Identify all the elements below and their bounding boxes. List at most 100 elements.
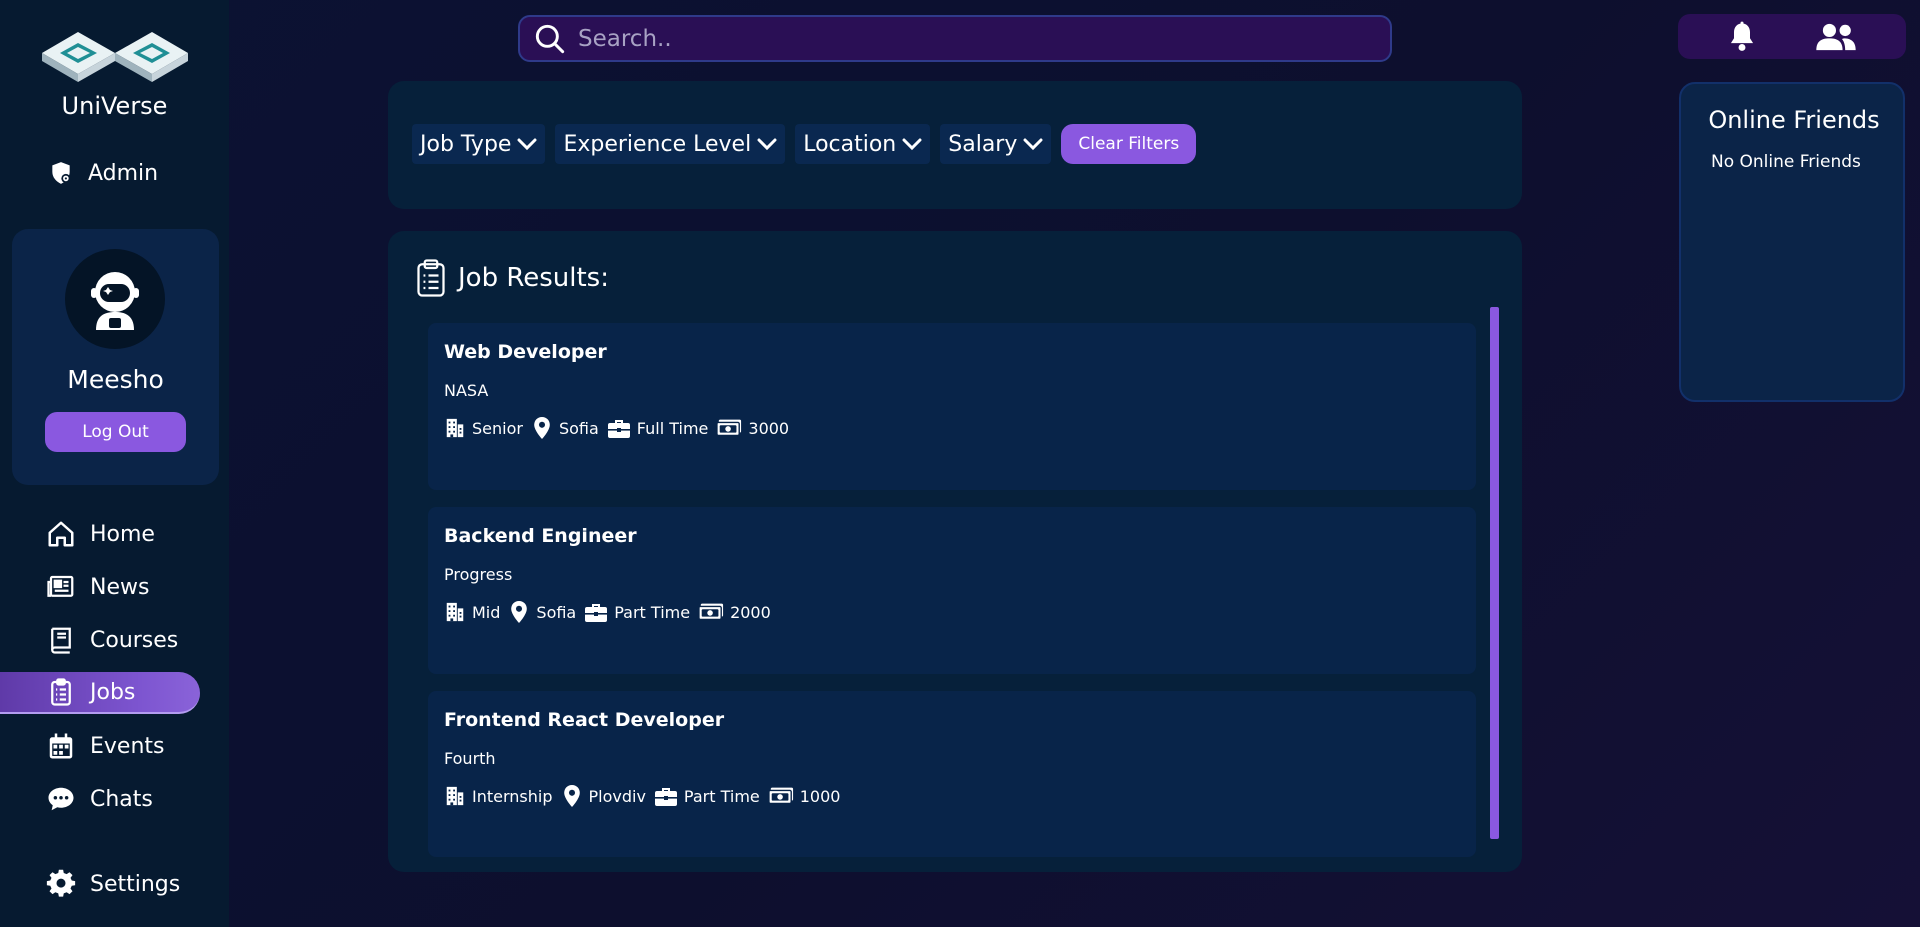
results-header: Job Results:	[416, 259, 609, 297]
gear-icon	[46, 869, 76, 899]
job-meta: Internship Plovdiv Part Time 1000	[444, 784, 1460, 808]
chevron-down-icon	[1023, 138, 1043, 151]
job-card[interactable]: Web Developer NASA Senior Sofia Full Tim…	[428, 323, 1476, 490]
job-title: Backend Engineer	[444, 525, 637, 547]
bell-icon[interactable]	[1727, 21, 1757, 53]
briefcase-icon	[607, 420, 630, 438]
search-input[interactable]	[578, 25, 1358, 52]
filter-label: Experience Level	[563, 131, 752, 157]
sidebar-item-events[interactable]: Events	[0, 725, 200, 767]
sidebar-item-settings[interactable]: Settings	[0, 863, 200, 905]
logout-button[interactable]: Log Out	[45, 412, 186, 452]
sidebar-item-home[interactable]: Home	[0, 513, 200, 555]
admin-label: Admin	[88, 160, 159, 186]
building-icon	[446, 418, 464, 438]
clipboard-icon	[46, 677, 76, 707]
job-location-text: Sofia	[558, 418, 599, 438]
clear-filters-button[interactable]: Clear Filters	[1061, 124, 1197, 164]
filter-panel: Job Type Experience Level Location Salar…	[388, 81, 1522, 209]
job-salary: 2000	[698, 602, 771, 622]
job-card[interactable]: Frontend React Developer Fourth Internsh…	[428, 691, 1476, 857]
money-icon	[716, 419, 742, 437]
chat-bubble-icon	[46, 784, 76, 814]
no-friends-text: No Online Friends	[1711, 152, 1861, 172]
search-icon	[535, 24, 565, 53]
sidebar: UniVerse Admin Meesho Log Out Home News …	[0, 0, 229, 927]
chevron-down-icon	[757, 138, 777, 151]
brand-name: UniVerse	[61, 92, 168, 120]
job-level: Senior	[444, 417, 523, 439]
username: Meesho	[67, 365, 164, 394]
job-company: Fourth	[444, 749, 496, 768]
job-location: Sofia	[531, 416, 599, 440]
job-salary-text: 1000	[799, 786, 841, 806]
job-level-text: Mid	[472, 602, 501, 622]
search-bar	[518, 15, 1392, 62]
map-pin-icon	[534, 417, 550, 439]
job-salary-text: 2000	[730, 602, 771, 622]
job-type-text: Part Time	[683, 786, 760, 806]
astronaut-icon	[91, 272, 139, 330]
filter-label: Job Type	[420, 131, 512, 157]
results-scrollbar[interactable]	[1490, 307, 1499, 839]
admin-link[interactable]: Admin	[48, 160, 158, 186]
home-icon	[46, 519, 76, 549]
experience-level-filter[interactable]: Experience Level	[555, 124, 786, 164]
job-meta: Mid Sofia Part Time 2000	[444, 600, 1460, 624]
job-salary-text: 3000	[748, 418, 790, 438]
calendar-icon	[46, 731, 76, 761]
job-level: Mid	[444, 601, 500, 623]
sidebar-item-label: News	[90, 574, 150, 600]
sidebar-item-label: Home	[90, 521, 155, 547]
shield-gear-icon	[52, 162, 71, 184]
results-heading: Job Results:	[458, 263, 609, 293]
salary-filter[interactable]: Salary	[940, 124, 1052, 164]
chevron-down-icon	[517, 138, 537, 151]
map-pin-icon	[511, 601, 528, 623]
clipboard-list-icon	[417, 259, 445, 297]
job-salary: 3000	[716, 418, 789, 438]
job-level-text: Internship	[472, 786, 553, 806]
filter-row: Job Type Experience Level Location Salar…	[412, 124, 1197, 164]
online-friends-title: Online Friends	[1708, 106, 1880, 134]
sidebar-item-label: Jobs	[90, 679, 136, 705]
avatar[interactable]	[65, 249, 165, 349]
friends-icon[interactable]	[1815, 22, 1857, 52]
job-type: Full Time	[607, 417, 709, 439]
job-location-text: Sofia	[536, 602, 577, 622]
job-type-filter[interactable]: Job Type	[412, 124, 546, 164]
map-pin-icon	[563, 785, 580, 807]
online-friends-panel: Online Friends No Online Friends	[1679, 82, 1905, 402]
job-location-text: Plovdiv	[588, 786, 646, 806]
sidebar-item-news[interactable]: News	[0, 566, 200, 608]
sidebar-item-label: Courses	[90, 627, 179, 653]
building-icon	[446, 602, 464, 622]
top-icon-bar	[1678, 14, 1906, 59]
job-level: Internship	[444, 785, 553, 807]
job-location: Sofia	[508, 600, 576, 624]
filter-label: Location	[803, 131, 897, 157]
job-level-text: Senior	[472, 418, 523, 438]
job-results-panel: Job Results: Web Developer NASA Senior S…	[388, 231, 1522, 872]
job-title: Web Developer	[444, 341, 607, 363]
chevron-down-icon	[902, 138, 922, 151]
job-card[interactable]: Backend Engineer Progress Mid Sofia Part…	[428, 507, 1476, 674]
sidebar-item-jobs[interactable]: Jobs	[0, 672, 200, 714]
sidebar-item-chats[interactable]: Chats	[0, 778, 200, 820]
sidebar-item-label: Events	[90, 733, 165, 759]
job-type-text: Part Time	[614, 602, 691, 622]
job-title: Frontend React Developer	[444, 709, 725, 731]
location-filter[interactable]: Location	[795, 124, 931, 164]
money-icon	[767, 787, 793, 805]
job-company: Progress	[444, 565, 513, 584]
job-meta: Senior Sofia Full Time 3000	[444, 416, 1460, 440]
sidebar-item-courses[interactable]: Courses	[0, 619, 200, 661]
briefcase-icon	[585, 604, 608, 622]
filter-label: Salary	[948, 131, 1018, 157]
newspaper-icon	[46, 572, 76, 602]
universe-logo-icon[interactable]	[42, 22, 188, 84]
book-icon	[46, 625, 76, 655]
sidebar-item-label: Chats	[90, 786, 153, 812]
profile-card: Meesho Log Out	[12, 229, 219, 485]
job-type-text: Full Time	[636, 418, 709, 438]
